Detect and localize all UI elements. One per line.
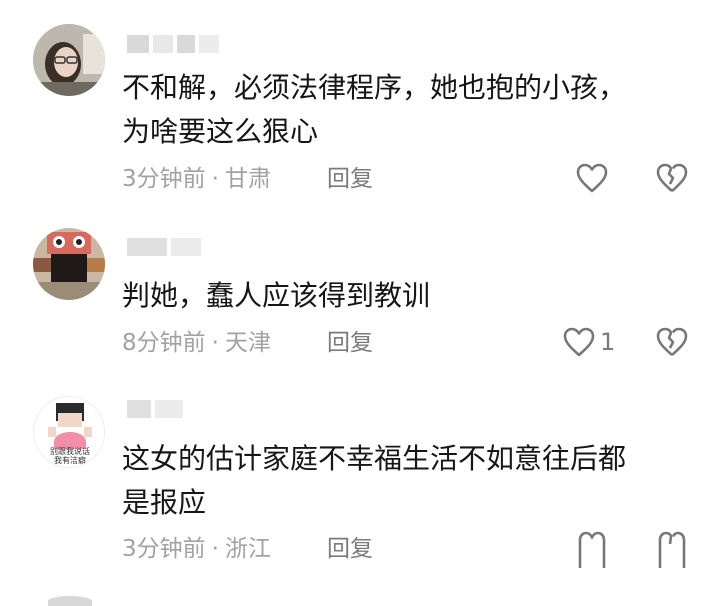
comment-text-line: 为啥要这么狠心 <box>122 115 319 148</box>
like-button[interactable]: 1 <box>562 326 615 358</box>
comment-text: 不和解，必须法律程序，她也抱的小孩， 为啥要这么狠心 <box>122 66 626 154</box>
comment-text: 判她，蠢人应该得到教训 <box>122 274 430 318</box>
username-blurred[interactable] <box>127 400 183 418</box>
dislike-button[interactable] <box>655 162 689 194</box>
comment-text-line: 这女的估计家庭不幸福生活不如意往后都 <box>122 442 627 475</box>
comment-meta: 8分钟前 · 天津 <box>122 327 271 359</box>
comment-text-line: 判她，蠢人应该得到教训 <box>122 279 431 312</box>
heart-outline-icon <box>576 163 608 193</box>
username-blurred[interactable] <box>127 238 201 256</box>
like-count: 1 <box>600 328 616 356</box>
avatar-caption: 别跟我说话 我有洁癖 <box>34 447 104 465</box>
comment-text-line: 不和解，必须法律程序，她也抱的小孩， <box>122 71 627 104</box>
avatar-caption-line: 我有洁癖 <box>54 456 86 465</box>
comment-meta: 3分钟前 · 浙江 <box>122 533 271 565</box>
broken-heart-icon <box>658 531 686 568</box>
username-blurred[interactable] <box>127 35 219 53</box>
dislike-button[interactable] <box>655 326 689 358</box>
reply-button[interactable]: 回复 <box>327 163 373 195</box>
reply-button[interactable]: 回复 <box>327 327 373 359</box>
like-button[interactable] <box>575 530 609 570</box>
comment-text: 这女的估计家庭不幸福生活不如意往后都 是报应 <box>122 437 626 525</box>
avatar[interactable] <box>33 228 105 300</box>
broken-heart-icon <box>656 327 688 356</box>
comment-location: 甘肃 <box>224 166 271 192</box>
heart-outline-icon <box>578 531 606 568</box>
avatar[interactable]: 别跟我说话 我有洁癖 <box>33 396 105 468</box>
comment-location: 浙江 <box>224 536 271 562</box>
comment-text-line: 是报应 <box>122 486 207 519</box>
avatar-caption-line: 别跟我说话 <box>50 447 90 456</box>
separator-dot: · <box>211 536 219 562</box>
comment-time: 8分钟前 <box>122 330 206 356</box>
comment-time: 3分钟前 <box>122 166 206 192</box>
dislike-button[interactable] <box>655 530 689 570</box>
avatar[interactable] <box>33 24 105 96</box>
comment-location: 天津 <box>224 330 271 356</box>
comment-meta: 3分钟前 · 甘肃 <box>122 163 271 195</box>
like-button[interactable] <box>575 162 613 194</box>
broken-heart-icon <box>656 163 688 192</box>
avatar-partial <box>48 596 92 606</box>
comment-time: 3分钟前 <box>122 536 206 562</box>
reply-button[interactable]: 回复 <box>327 533 373 565</box>
avatar-photo <box>33 228 105 300</box>
heart-outline-icon <box>563 327 595 357</box>
separator-dot: · <box>211 166 219 192</box>
separator-dot: · <box>211 330 219 356</box>
avatar-photo <box>33 24 105 96</box>
